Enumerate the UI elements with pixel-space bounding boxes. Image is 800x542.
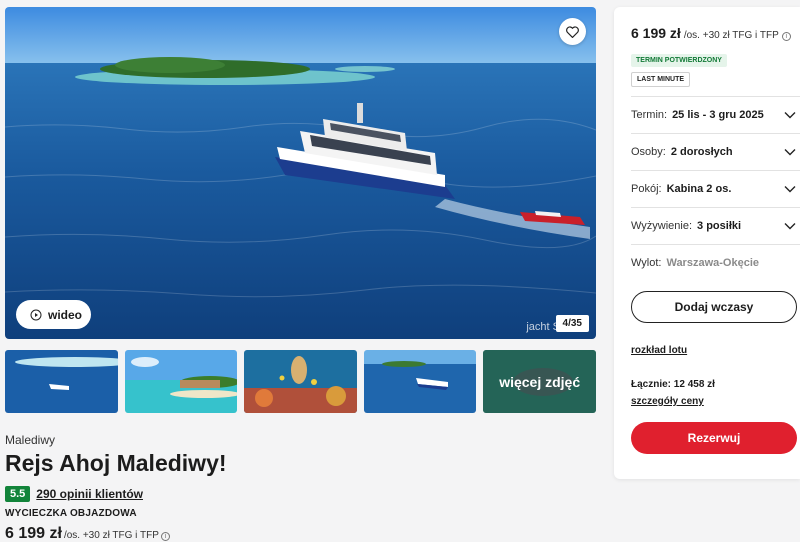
options-list: Termin: 25 lis - 3 gru 2025 Osoby: 2 doros… [631,96,800,281]
option-value: Warszawa-Okęcie [666,257,759,269]
price-summary: 6 199 zł /os. +30 zł TFG i TFP i [5,525,170,542]
option-value: Kabina 2 os. [666,183,732,195]
chevron-down-icon [784,186,796,193]
thumbnail-boat-sandbank[interactable] [5,350,118,413]
option-label: Pokój: [631,183,662,195]
flight-schedule-link[interactable]: rozkład lotu [631,345,800,356]
option-meals[interactable]: Wyżywienie: 3 posiłki [631,207,800,244]
video-button[interactable]: wideo [16,300,91,329]
add-holiday-button[interactable]: Dodaj wczasy [631,291,797,323]
option-persons[interactable]: Osoby: 2 dorosłych [631,133,800,170]
play-icon [30,309,42,320]
offer-page: wideo jacht S 4/35 więcej zdjęć Malediwy… [0,0,800,542]
reviews-link[interactable]: 290 opinii klientów [36,487,143,501]
rating-badge: 5.5 [5,486,31,502]
video-label: wideo [48,307,83,322]
option-label: Wyżywienie: [631,220,693,232]
option-value: 3 posiłki [697,220,742,232]
total-price: Łącznie: 12 458 zł [631,379,715,390]
panel-price-suffix: /os. +30 zł TFG i TFP [683,30,779,41]
option-label: Wylot: [631,257,662,269]
photo-watermark: jacht S [526,321,560,333]
price-details-link[interactable]: szczegóły ceny [631,396,800,407]
thumbnail-strip: więcej zdjęć [5,350,596,413]
price-value: 6 199 zł [5,525,62,542]
yacht-photo [5,7,596,339]
info-icon[interactable]: i [160,532,170,541]
option-value: 25 lis - 3 gru 2025 [672,109,764,121]
option-departure: Wylot: Warszawa-Okęcie [631,244,800,281]
confirmed-date-badge: TERMIN POTWIERDZONY [631,54,727,67]
heart-icon [566,25,579,38]
option-label: Termin: [631,109,668,121]
panel-price-value: 6 199 zł [631,25,681,41]
main-photo[interactable]: wideo jacht S 4/35 [5,7,596,339]
info-icon[interactable]: i [781,32,791,41]
option-room[interactable]: Pokój: Kabina 2 os. [631,170,800,207]
thumbnail-more-photos[interactable]: więcej zdjęć [483,350,596,413]
book-button[interactable]: Rezerwuj [631,422,797,454]
chevron-down-icon [784,149,796,156]
favorite-button[interactable] [559,18,586,45]
option-date[interactable]: Termin: 25 lis - 3 gru 2025 [631,96,800,133]
price-suffix: /os. +30 zł TFG i TFP [63,530,159,541]
region-label: Malediwy [5,433,56,447]
more-photos-label: więcej zdjęć [483,350,596,413]
panel-price: 6 199 zł /os. +30 zł TFG i TFP i [631,25,800,41]
chevron-down-icon [784,112,796,119]
option-label: Osoby: [631,146,666,158]
thumbnail-snorkeling-reef[interactable] [244,350,357,413]
last-minute-badge: LAST MINUTE [631,72,691,87]
chevron-down-icon [784,223,796,230]
photo-counter: 4/35 [555,315,589,332]
rating-row: 5.5 290 opinii klientów [5,486,143,502]
trip-type-label: WYCIECZKA OBJAZDOWA [5,508,137,519]
booking-panel: 6 199 zł /os. +30 zł TFG i TFP i TERMIN … [614,7,800,479]
page-title: Rejs Ahoj Malediwy! [5,450,227,476]
thumbnail-boat-island[interactable] [363,350,477,413]
thumbnail-island-resort[interactable] [124,350,238,413]
option-value: 2 dorosłych [670,146,733,158]
